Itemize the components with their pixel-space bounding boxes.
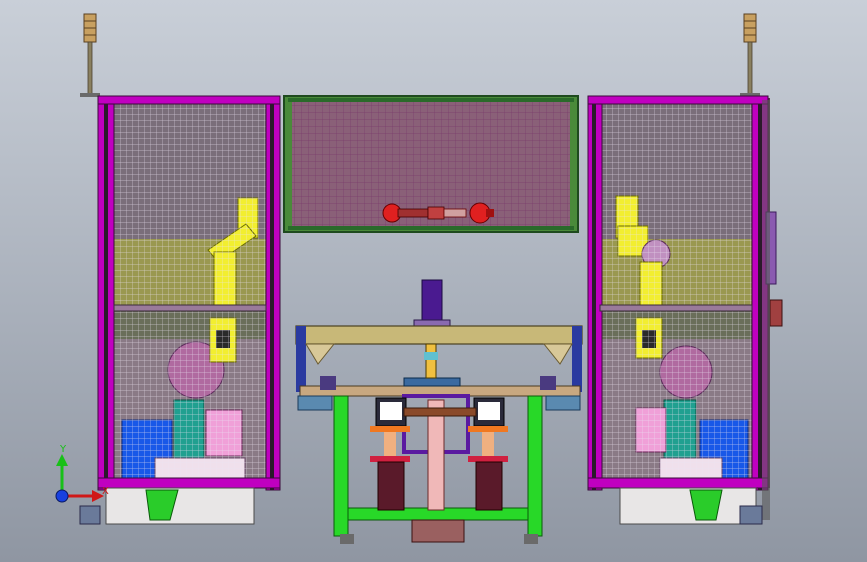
triad-y-label: Y — [59, 444, 67, 455]
stack-light-right-icon — [740, 13, 760, 97]
coordinate-triad-icon — [55, 454, 104, 503]
stack-light-left-icon — [80, 13, 100, 97]
left-robot-cell — [79, 95, 281, 525]
assembly-drawing: Y X — [55, 13, 783, 544]
cad-viewport[interactable]: Y X — [0, 0, 867, 562]
triad-x-label: X — [102, 486, 109, 497]
right-robot-cell — [587, 95, 783, 525]
top-center-guard-panel — [283, 95, 579, 233]
center-fixture-table — [295, 279, 583, 544]
